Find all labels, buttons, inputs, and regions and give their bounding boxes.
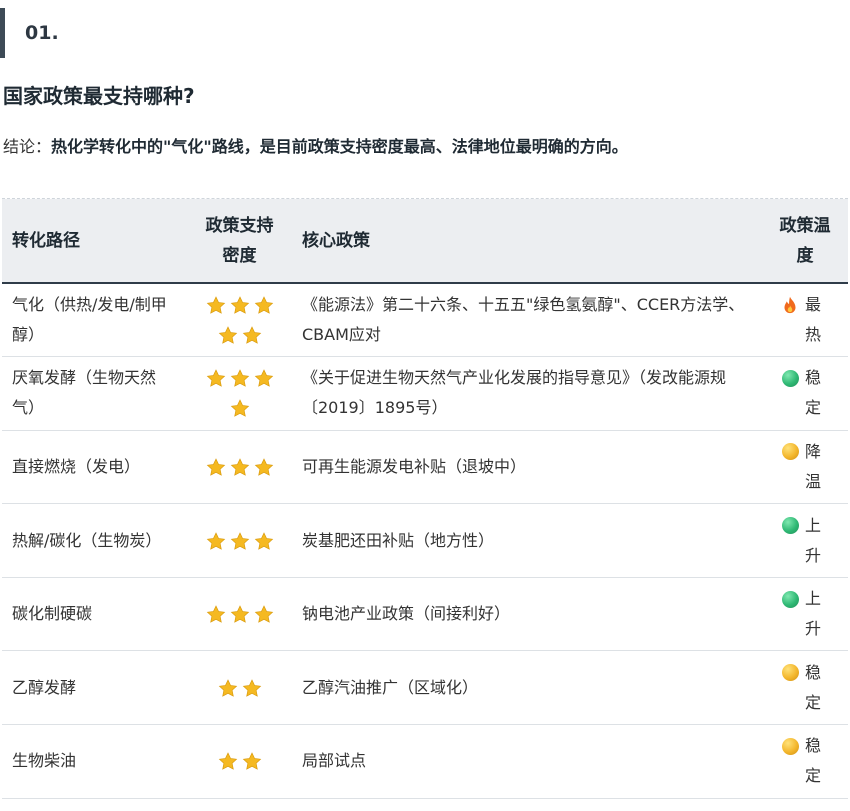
star-rating <box>200 363 280 423</box>
table-row: 生物柴油 局部试点 稳定 <box>2 724 848 799</box>
cell-density <box>187 283 292 358</box>
table-row: 乙醇发酵 乙醇汽油推广（区域化） 稳定 <box>2 650 848 726</box>
star-icon <box>254 605 274 624</box>
star-icon <box>230 531 250 551</box>
cell-temp: 上升 <box>762 503 848 578</box>
section-header: 01. <box>0 8 200 58</box>
cell-temp: 稳定 <box>762 724 848 799</box>
cell-path: 生物柴油 <box>2 724 187 799</box>
star-icon <box>254 296 274 315</box>
header-density: 政策支持密度 <box>187 199 292 284</box>
star-rating <box>200 673 280 703</box>
table-row: 碳化制硬碳 钠电池产业政策（间接利好） 上升 <box>2 577 848 652</box>
cell-policy: 《关于促进生物天然气产业化发展的指导意见》（发改能源规〔2019〕1895号） <box>292 356 762 431</box>
header-path: 转化路径 <box>2 199 187 284</box>
table-header: 转化路径 政策支持密度 核心政策 政策温度 <box>2 199 848 284</box>
conclusion: 结论：热化学转化中的"气化"路线，是目前政策支持密度最高、法律地位最明确的方向。 <box>3 133 628 157</box>
star-icon <box>230 605 250 624</box>
star-icon <box>218 678 238 698</box>
star-icon <box>254 369 274 388</box>
star-icon <box>254 531 274 551</box>
star-icon <box>230 399 250 418</box>
cell-policy: 乙醇汽油推广（区域化） <box>292 650 762 726</box>
cell-path: 厌氧发酵（生物天然气） <box>2 356 187 431</box>
temp-label: 稳定 <box>805 662 822 712</box>
star-icon <box>206 531 226 551</box>
table-row: 厌氧发酵（生物天然气） 《关于促进生物天然气产业化发展的指导意见》（发改能源规〔2… <box>2 356 848 431</box>
cell-path: 碳化制硬碳 <box>2 577 187 652</box>
star-icon <box>218 752 238 771</box>
cell-policy: 炭基肥还田补贴（地方性） <box>292 503 762 578</box>
cell-temp: 降温 <box>762 430 848 505</box>
table-row: 气化（供热/发电/制甲醇） 《能源法》第二十六条、十五五"绿色氢氨醇"、CCER方… <box>2 283 848 358</box>
header-temp: 政策温度 <box>762 199 848 284</box>
temp-label: 稳定 <box>805 368 822 418</box>
cell-density <box>187 724 292 799</box>
temp-label: 降温 <box>805 441 822 491</box>
section-number: 01. <box>25 22 59 44</box>
star-icon <box>254 458 274 477</box>
green-circle-icon <box>779 584 801 614</box>
table-row: 热解/碳化（生物炭） 炭基肥还田补贴（地方性） 上升 <box>2 503 848 578</box>
yellow-circle-icon <box>779 437 801 467</box>
green-circle-icon <box>779 363 801 393</box>
cell-density <box>187 577 292 652</box>
cell-path: 乙醇发酵 <box>2 650 187 726</box>
temp-label: 上升 <box>805 589 822 639</box>
cell-temp: 稳定 <box>762 356 848 431</box>
star-icon <box>218 326 238 345</box>
conclusion-body: 热化学转化中的"气化"路线，是目前政策支持密度最高、法律地位最明确的方向。 <box>51 137 628 156</box>
policy-table-container: 转化路径 政策支持密度 核心政策 政策温度 气化（供热/发电/制甲醇） 《能源法》… <box>2 198 848 799</box>
cell-path: 气化（供热/发电/制甲醇） <box>2 283 187 358</box>
cell-temp: 稳定 <box>762 650 848 726</box>
table-body: 气化（供热/发电/制甲醇） 《能源法》第二十六条、十五五"绿色氢氨醇"、CCER方… <box>2 283 848 799</box>
cell-density <box>187 356 292 431</box>
star-icon <box>206 296 226 315</box>
star-rating <box>200 599 280 629</box>
star-icon <box>242 678 262 698</box>
temp-label: 稳定 <box>805 736 822 786</box>
temp-label: 最热 <box>805 295 822 345</box>
fire-icon <box>779 290 801 320</box>
cell-policy: 局部试点 <box>292 724 762 799</box>
cell-path: 热解/碳化（生物炭） <box>2 503 187 578</box>
cell-policy: 可再生能源发电补贴（退坡中） <box>292 430 762 505</box>
cell-policy: 《能源法》第二十六条、十五五"绿色氢氨醇"、CCER方法学、CBAM应对 <box>292 283 762 358</box>
star-icon <box>242 326 262 345</box>
yellow-circle-icon <box>779 731 801 761</box>
star-icon <box>242 752 262 771</box>
star-icon <box>206 605 226 624</box>
cell-path: 直接燃烧（发电） <box>2 430 187 505</box>
temp-label: 上升 <box>805 515 822 565</box>
yellow-circle-icon <box>779 658 801 688</box>
cell-temp: 最热 <box>762 283 848 358</box>
question-heading: 国家政策最支持哪种? <box>3 84 195 108</box>
policy-table: 转化路径 政策支持密度 核心政策 政策温度 气化（供热/发电/制甲醇） 《能源法》… <box>2 199 848 799</box>
header-policy: 核心政策 <box>292 199 762 284</box>
star-icon <box>206 458 226 477</box>
cell-policy: 钠电池产业政策（间接利好） <box>292 577 762 652</box>
star-rating <box>200 452 280 482</box>
star-icon <box>206 369 226 388</box>
table-row: 直接燃烧（发电） 可再生能源发电补贴（退坡中） 降温 <box>2 430 848 505</box>
conclusion-prefix: 结论： <box>3 137 52 156</box>
cell-density <box>187 503 292 578</box>
cell-temp: 上升 <box>762 577 848 652</box>
star-icon <box>230 369 250 388</box>
star-rating <box>200 290 280 350</box>
star-rating <box>200 526 280 556</box>
star-rating <box>200 746 280 776</box>
star-icon <box>230 296 250 315</box>
green-circle-icon <box>779 511 801 541</box>
star-icon <box>230 458 250 477</box>
cell-density <box>187 650 292 726</box>
cell-density <box>187 430 292 505</box>
